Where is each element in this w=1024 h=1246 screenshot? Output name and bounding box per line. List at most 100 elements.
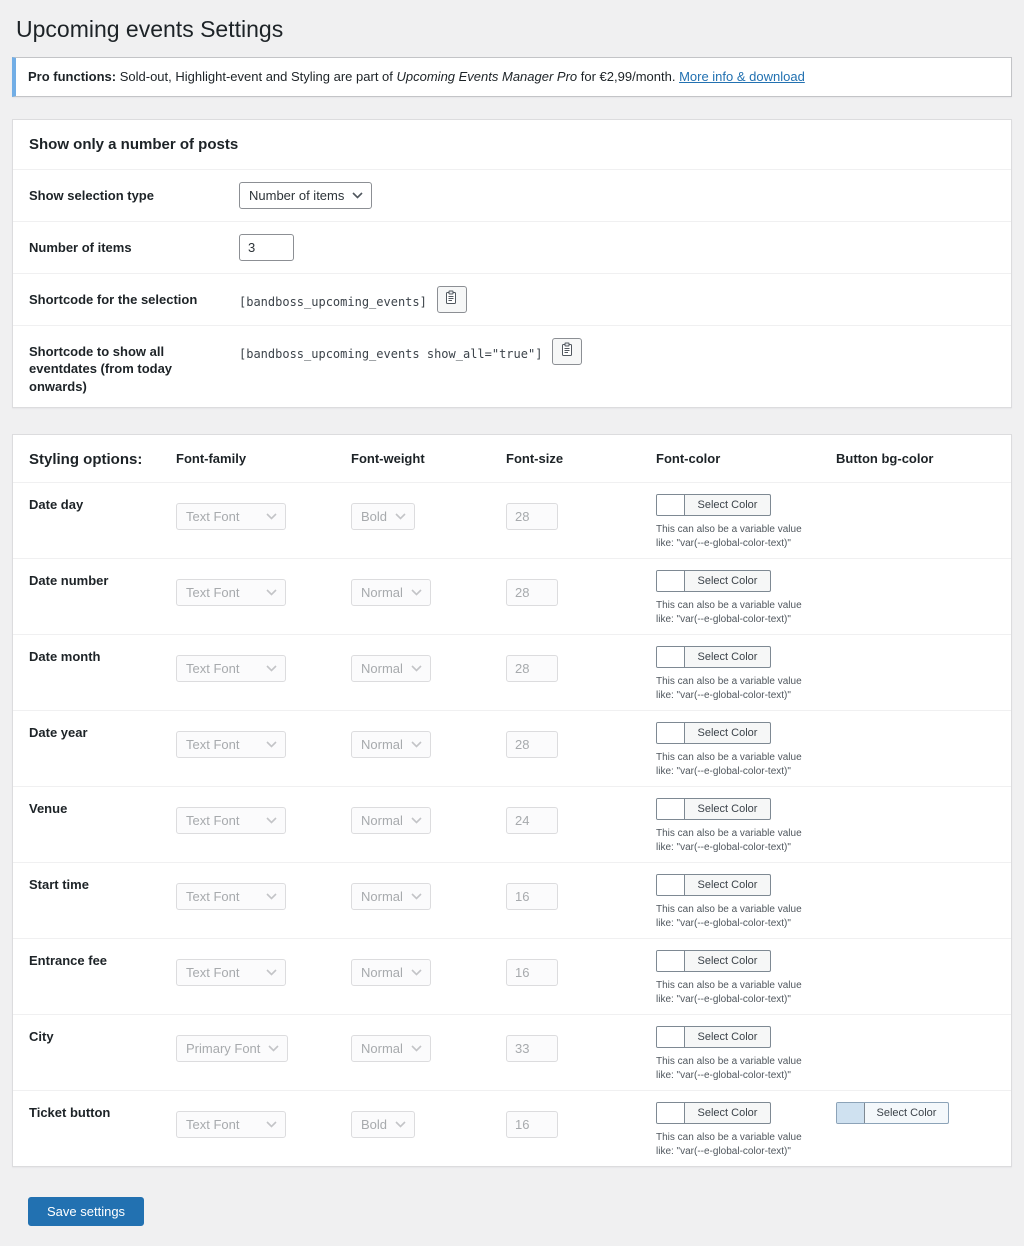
column-header-font-family: Font-family xyxy=(176,451,351,468)
select-color-button[interactable]: Select Color xyxy=(656,1102,771,1124)
font-weight-select[interactable]: Bold xyxy=(351,503,415,530)
font-size-input[interactable] xyxy=(506,503,558,530)
selected-option-label: Normal xyxy=(361,965,403,980)
font-size-input[interactable] xyxy=(506,959,558,986)
row-label: Date day xyxy=(29,491,176,550)
row-label: Date month xyxy=(29,643,176,702)
color-swatch xyxy=(657,571,685,591)
pro-notice: Pro functions: Sold-out, Highlight-event… xyxy=(12,57,1012,97)
shortcode-text: [bandboss_upcoming_events show_all="true… xyxy=(239,341,542,361)
bg-select-color-button[interactable]: Select Color xyxy=(836,1102,949,1124)
selection-type-select[interactable]: Number of items xyxy=(239,182,372,209)
font-size-input[interactable] xyxy=(506,1111,558,1138)
chevron-down-icon xyxy=(395,1121,406,1128)
select-color-label: Select Color xyxy=(685,1103,770,1123)
select-color-label: Select Color xyxy=(685,723,770,743)
font-family-select[interactable]: Text Font xyxy=(176,503,286,530)
font-size-input[interactable] xyxy=(506,1035,558,1062)
chevron-down-icon xyxy=(266,1121,277,1128)
save-settings-button[interactable]: Save settings xyxy=(28,1197,144,1226)
styling-row: Date day Text Font Bold Select C xyxy=(13,482,1011,558)
select-color-button[interactable]: Select Color xyxy=(656,722,771,744)
font-size-input[interactable] xyxy=(506,731,558,758)
field-row-shortcode-selection: Shortcode for the selection [bandboss_up… xyxy=(13,273,1011,325)
more-info-link[interactable]: More info & download xyxy=(679,69,805,84)
selected-option-label: Normal xyxy=(361,737,403,752)
chevron-down-icon xyxy=(266,665,277,672)
color-variable-note: This can also be a variable value like: … xyxy=(656,1055,806,1082)
selected-option-label: Number of items xyxy=(249,188,344,203)
styling-row: Venue Text Font Normal Select Co xyxy=(13,786,1011,862)
selected-option-label: Text Font xyxy=(186,509,239,524)
field-row-shortcode-all: Shortcode to show all eventdates (from t… xyxy=(13,325,1011,408)
chevron-down-icon xyxy=(268,1045,279,1052)
select-color-button[interactable]: Select Color xyxy=(656,950,771,972)
select-color-button[interactable]: Select Color xyxy=(656,570,771,592)
font-size-input[interactable] xyxy=(506,655,558,682)
font-weight-select[interactable]: Normal xyxy=(351,883,431,910)
font-family-select[interactable]: Primary Font xyxy=(176,1035,288,1062)
font-weight-select[interactable]: Bold xyxy=(351,1111,415,1138)
font-family-select[interactable]: Text Font xyxy=(176,731,286,758)
clipboard-icon xyxy=(445,290,458,308)
font-family-select[interactable]: Text Font xyxy=(176,807,286,834)
font-weight-select[interactable]: Normal xyxy=(351,1035,431,1062)
font-family-select[interactable]: Text Font xyxy=(176,1111,286,1138)
font-family-select[interactable]: Text Font xyxy=(176,655,286,682)
bg-color-swatch xyxy=(837,1103,865,1123)
font-weight-select[interactable]: Normal xyxy=(351,579,431,606)
field-label: Shortcode to show all eventdates (from t… xyxy=(29,338,239,396)
number-of-items-input[interactable] xyxy=(239,234,294,261)
field-label: Shortcode for the selection xyxy=(29,286,239,309)
font-weight-select[interactable]: Normal xyxy=(351,959,431,986)
chevron-down-icon xyxy=(411,893,422,900)
selected-option-label: Text Font xyxy=(186,585,239,600)
select-color-label: Select Color xyxy=(865,1103,948,1123)
selected-option-label: Normal xyxy=(361,661,403,676)
select-color-button[interactable]: Select Color xyxy=(656,874,771,896)
selected-option-label: Bold xyxy=(361,509,387,524)
page-footer: Save settings xyxy=(12,1193,1012,1230)
row-label: Ticket button xyxy=(29,1099,176,1158)
font-size-input[interactable] xyxy=(506,579,558,606)
chevron-down-icon xyxy=(411,741,422,748)
chevron-down-icon xyxy=(266,817,277,824)
row-label: Venue xyxy=(29,795,176,854)
column-header-font-color: Font-color xyxy=(656,451,836,468)
row-label: Entrance fee xyxy=(29,947,176,1006)
font-weight-select[interactable]: Normal xyxy=(351,655,431,682)
select-color-label: Select Color xyxy=(685,875,770,895)
field-label: Number of items xyxy=(29,234,239,257)
selected-option-label: Text Font xyxy=(186,965,239,980)
posts-panel: Show only a number of posts Show selecti… xyxy=(12,119,1012,409)
font-family-select[interactable]: Text Font xyxy=(176,579,286,606)
column-header-button-bg-color: Button bg-color xyxy=(836,451,995,468)
select-color-button[interactable]: Select Color xyxy=(656,798,771,820)
font-family-select[interactable]: Text Font xyxy=(176,959,286,986)
font-weight-select[interactable]: Normal xyxy=(351,731,431,758)
select-color-button[interactable]: Select Color xyxy=(656,646,771,668)
chevron-down-icon xyxy=(411,1045,422,1052)
select-color-button[interactable]: Select Color xyxy=(656,494,771,516)
font-size-input[interactable] xyxy=(506,883,558,910)
select-color-label: Select Color xyxy=(685,951,770,971)
font-size-input[interactable] xyxy=(506,807,558,834)
copy-shortcode-button[interactable] xyxy=(552,338,582,365)
select-color-label: Select Color xyxy=(685,1027,770,1047)
color-swatch xyxy=(657,1027,685,1047)
chevron-down-icon xyxy=(411,969,422,976)
select-color-button[interactable]: Select Color xyxy=(656,1026,771,1048)
chevron-down-icon xyxy=(266,513,277,520)
settings-page: Upcoming events Settings Pro functions: … xyxy=(0,0,1024,1246)
font-weight-select[interactable]: Normal xyxy=(351,807,431,834)
column-header-font-weight: Font-weight xyxy=(351,451,506,468)
color-variable-note: This can also be a variable value like: … xyxy=(656,979,806,1006)
styling-row: Entrance fee Text Font Normal Se xyxy=(13,938,1011,1014)
color-swatch xyxy=(657,495,685,515)
font-family-select[interactable]: Text Font xyxy=(176,883,286,910)
selected-option-label: Normal xyxy=(361,1041,403,1056)
selected-option-label: Text Font xyxy=(186,1117,239,1132)
color-variable-note: This can also be a variable value like: … xyxy=(656,675,806,702)
copy-shortcode-button[interactable] xyxy=(437,286,467,313)
notice-prefix: Pro functions: xyxy=(28,69,116,84)
